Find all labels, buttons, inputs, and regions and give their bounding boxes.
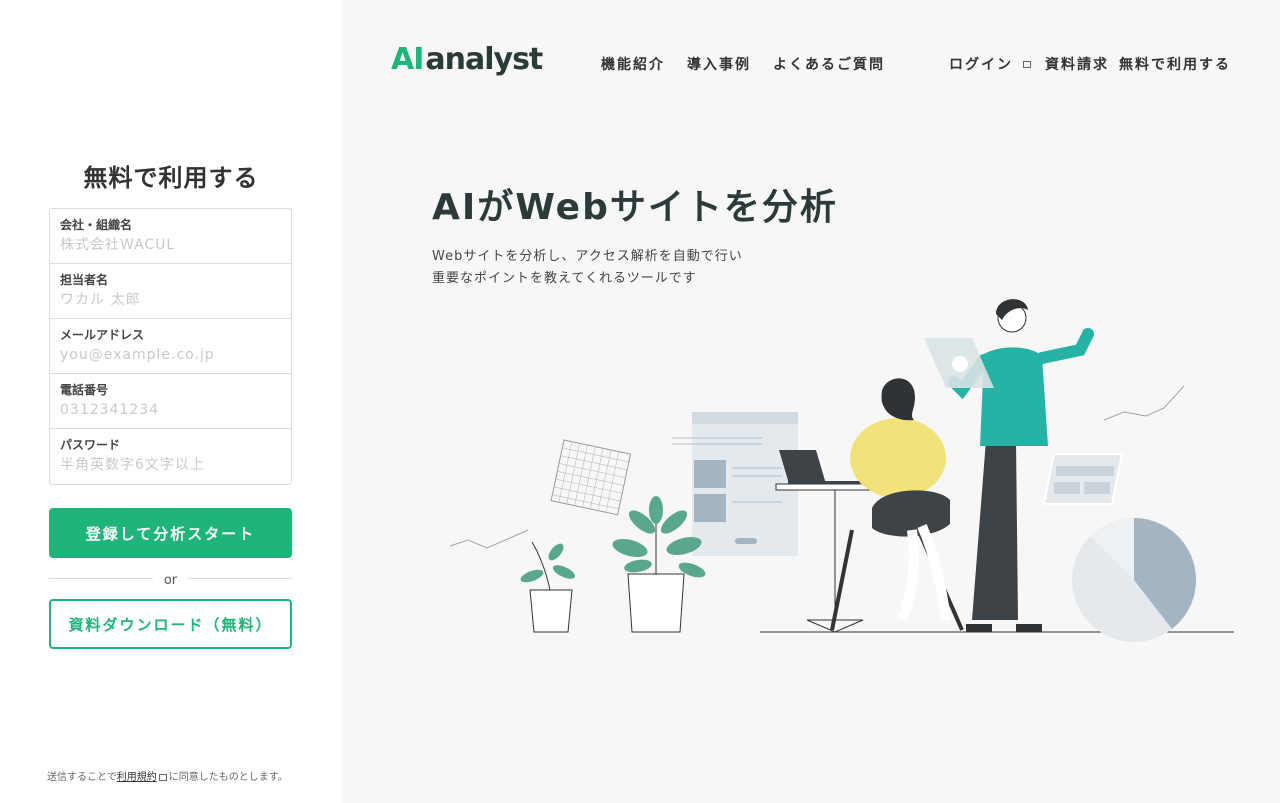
hero-title: AIがWebサイトを分析 [432,187,838,228]
mini-line-chart-right [1103,385,1185,421]
company-input[interactable] [60,237,281,253]
email-label: メールアドレス [60,328,145,342]
page: 無料で利用する 会社・組織名 担当者名 メールアドレス 電話番号 パスワード [0,0,1280,803]
hero-subtitle-line1: Webサイトを分析し、アクセス解析を自動で行い [432,249,743,264]
request-docs-link[interactable]: 資料請求 [1045,54,1109,74]
logo-name: analyst [425,42,543,77]
terms-note: 送信することで利用規約 に同意したものとします。 [47,768,288,783]
external-link-icon [1023,60,1031,68]
name-label: 担当者名 [60,273,109,287]
mini-line-chart-left [449,529,529,549]
password-label: パスワード [60,438,121,452]
company-field[interactable]: 会社・組織名 [50,209,291,264]
signup-form: 会社・組織名 担当者名 メールアドレス 電話番号 パスワード [49,208,292,485]
data-card-icon [1042,453,1124,505]
login-link[interactable]: ログイン [949,54,1013,74]
main-nav: 機能紹介 導入事例 よくあるご質問 [601,54,885,74]
pie-chart-icon [1072,517,1197,642]
logo[interactable]: AI analyst [391,42,543,77]
hero-illustration [449,299,1234,642]
external-link-icon [158,773,167,781]
small-plant-icon [520,541,576,633]
register-start-button[interactable]: 登録して分析スタート [49,508,292,558]
email-input[interactable] [60,347,281,363]
nav-faq[interactable]: よくあるご質問 [773,54,885,74]
form-title: 無料で利用する [83,164,259,192]
or-line-left [49,578,153,579]
free-use-link[interactable]: 無料で利用する [1119,54,1231,74]
phone-input[interactable] [60,402,281,418]
seated-woman-icon [830,378,964,631]
hero-panel: AI analyst 機能紹介 導入事例 よくあるご質問 ログイン 資料請求 無… [342,0,1280,803]
grid-pattern-icon [550,439,632,516]
password-field[interactable]: パスワード [50,429,291,484]
terms-prefix: 送信することで [47,772,117,783]
hero-subtitle-line2: 重要なポイントを教えてくれるツールです [432,271,697,286]
signup-panel: 無料で利用する 会社・組織名 担当者名 メールアドレス 電話番号 パスワード [0,0,342,803]
hero-subtitle: Webサイトを分析し、アクセス解析を自動で行い 重要なポイントを教えてくれるツー… [432,246,743,290]
or-line-right [188,578,292,579]
terms-suffix: に同意したものとします。 [168,772,288,783]
or-text: or [163,573,178,588]
password-input[interactable] [60,457,281,473]
name-input[interactable] [60,292,281,308]
header-actions: ログイン 資料請求 無料で利用する [949,54,1231,74]
phone-field[interactable]: 電話番号 [50,374,291,429]
name-field[interactable]: 担当者名 [50,264,291,319]
download-button[interactable]: 資料ダウンロード（無料） [49,599,292,649]
company-label: 会社・組織名 [60,218,133,232]
logo-ai: AI [391,42,424,77]
nav-features[interactable]: 機能紹介 [601,54,665,74]
nav-cases[interactable]: 導入事例 [687,54,751,74]
phone-label: 電話番号 [60,383,109,397]
or-divider: or [49,569,292,588]
terms-link[interactable]: 利用規約 [117,772,157,783]
email-field[interactable]: メールアドレス [50,319,291,374]
